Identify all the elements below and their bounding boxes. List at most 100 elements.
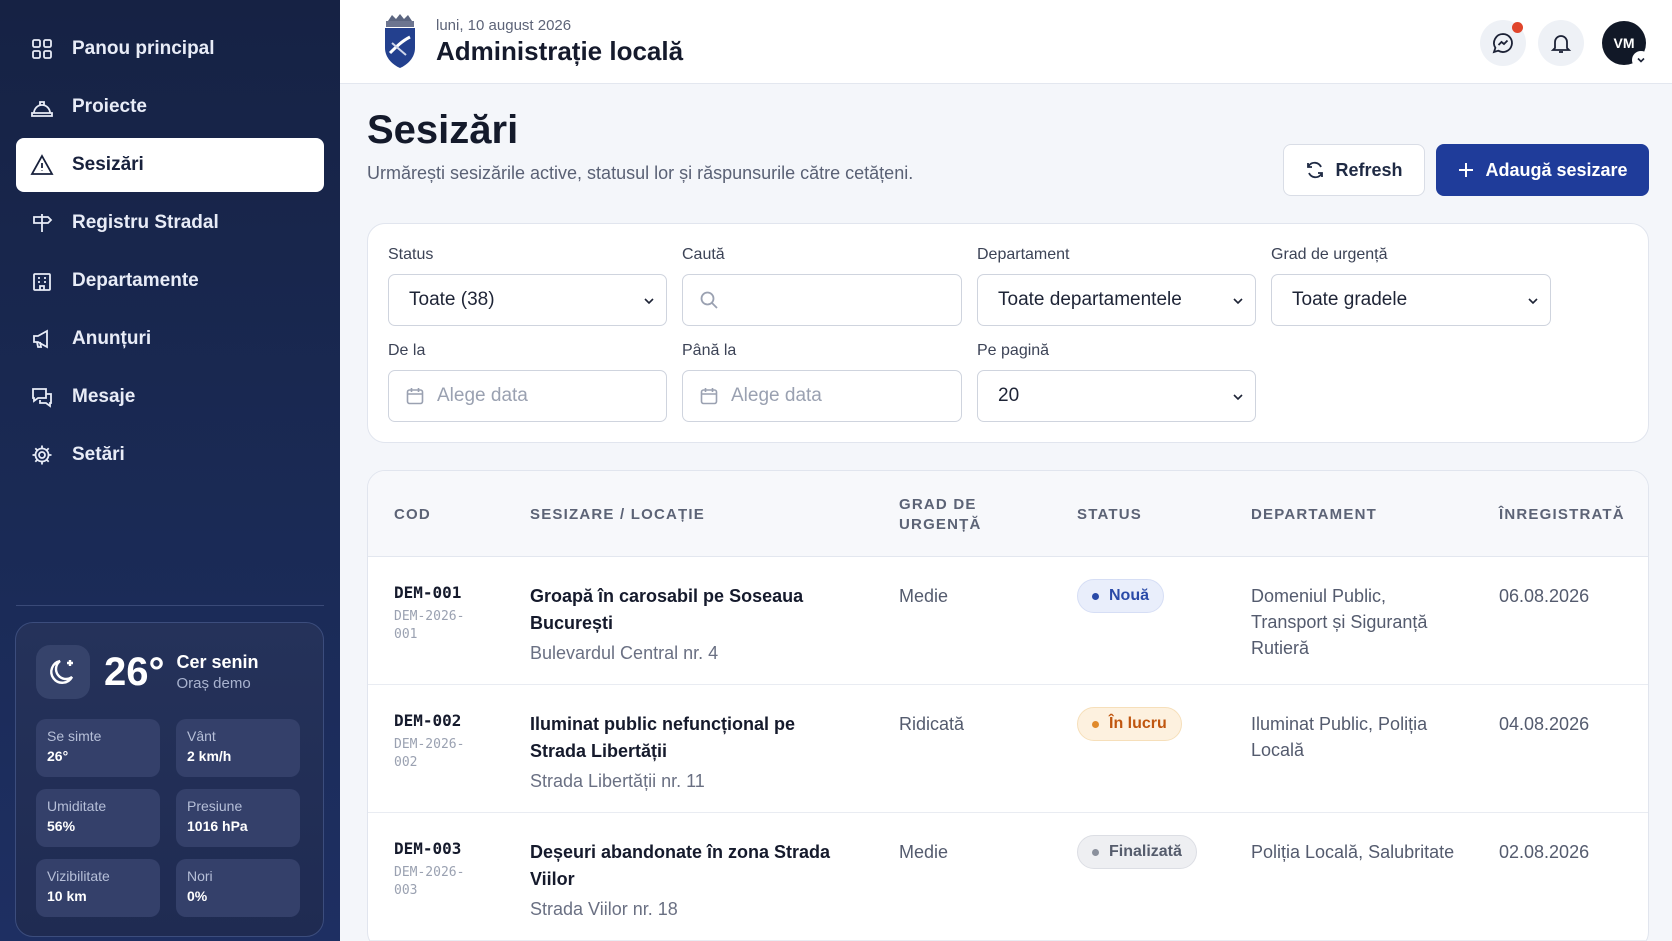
table-header: COD SESIZARE / LOCAȚIE GRAD DE URGENȚĂ ST… — [368, 471, 1648, 557]
urgency-value: Medie — [899, 842, 949, 862]
column-header-code[interactable]: COD — [394, 505, 431, 525]
sidebar-item-sesizari[interactable]: Sesizări — [16, 138, 324, 192]
per-page-select[interactable]: 20 — [977, 370, 1256, 422]
search-filter: Caută — [682, 246, 962, 326]
status-dot — [1092, 720, 1099, 728]
registered-date: 04.08.2026 — [1499, 714, 1590, 734]
sidebar-item-mesaje[interactable]: Mesaje — [16, 370, 324, 424]
status-select[interactable]: Toate (38) — [388, 274, 667, 326]
chevron-down-icon — [1233, 394, 1243, 401]
status-badge: Finalizată — [1077, 835, 1197, 869]
sidebar-item-label: Departamente — [72, 270, 199, 291]
bell-icon — [1550, 35, 1572, 53]
sidebar-item-label: Setări — [72, 444, 125, 465]
refresh-button[interactable]: Refresh — [1283, 144, 1425, 196]
column-header-urgency[interactable]: GRAD DE URGENȚĂ — [899, 495, 982, 535]
issue-cell: Deșeuri abandonate în zona Strada Viilor… — [530, 839, 840, 920]
refresh-label: Refresh — [1335, 159, 1403, 180]
chevron-down-icon — [1528, 298, 1538, 305]
sesizare-code: DEM-003 — [394, 839, 462, 858]
sidebar-item-label: Registru Stradal — [72, 212, 219, 233]
full-code-line: 001 — [394, 627, 418, 642]
status-dot — [1092, 848, 1099, 856]
sesizare-location: Bulevardul Central nr. 4 — [530, 643, 719, 663]
urgency-filter-label: Grad de urgență — [1271, 246, 1388, 263]
weather-widget: 26° Cer senin Oraș demo Se simte 26° Vânt… — [15, 622, 324, 937]
weather-condition: Cer senin — [176, 652, 259, 672]
weather-stat-label: Umiditate — [47, 798, 107, 814]
table-row[interactable]: DEM-001 DEM-2026- 001 Groapă în carosabil… — [368, 557, 1648, 685]
chat-icon — [30, 385, 54, 409]
date-from-input[interactable]: Alege data — [388, 370, 667, 422]
megaphone-icon — [30, 327, 54, 351]
plus-icon — [1459, 163, 1474, 177]
column-header-registered[interactable]: ÎNREGISTRATĂ — [1499, 505, 1625, 525]
sesizari-table: COD SESIZARE / LOCAȚIE GRAD DE URGENȚĂ ST… — [367, 470, 1649, 941]
urgency-value: Ridicată — [899, 714, 965, 734]
chevron-down-icon — [1632, 51, 1650, 69]
status-cell: Nouă — [1077, 579, 1164, 613]
sesizare-title[interactable]: Iluminat public nefuncțional pe Strada L… — [530, 711, 840, 765]
search-icon — [700, 291, 718, 309]
sidebar-item-proiecte[interactable]: Proiecte — [16, 80, 324, 134]
issue-cell: Groapă în carosabil pe Soseaua București… — [530, 583, 840, 664]
messages-button[interactable] — [1480, 20, 1526, 66]
sidebar-item-panou-principal[interactable]: Panou principal — [16, 22, 324, 76]
department-value: Domeniul Public, Transport și Siguranță … — [1251, 586, 1428, 658]
department-filter-label: Departament — [977, 246, 1070, 263]
date-to-filter: Până la Alege data — [682, 342, 962, 422]
registered-date: 06.08.2026 — [1499, 586, 1590, 606]
weather-stat-value: 56% — [47, 818, 76, 834]
weather-stat-value: 2 km/h — [187, 748, 232, 764]
add-label: Adaugă sesizare — [1485, 159, 1628, 180]
add-sesizare-button[interactable]: Adaugă sesizare — [1436, 144, 1649, 196]
user-avatar[interactable]: VM — [1602, 21, 1650, 69]
sesizare-title[interactable]: Deșeuri abandonate în zona Strada Viilor — [530, 839, 840, 893]
status-badge: Nouă — [1077, 579, 1164, 613]
full-code-line: 002 — [394, 755, 418, 770]
refresh-icon — [1307, 161, 1324, 179]
weather-stat-label: Vizibilitate — [47, 868, 110, 884]
full-code-line: DEM-2026- — [394, 737, 465, 752]
column-header-issue[interactable]: SESIZARE / LOCAȚIE — [530, 505, 705, 525]
status-badge: În lucru — [1077, 707, 1182, 741]
weather-stat-value: 26° — [47, 748, 69, 764]
page-title: Sesizări — [367, 108, 519, 152]
weather-location: Oraș demo — [176, 675, 251, 692]
search-input[interactable] — [682, 274, 962, 326]
sesizare-title[interactable]: Groapă în carosabil pe Soseaua București — [530, 583, 840, 637]
table-row[interactable]: DEM-003 DEM-2026- 003 Deșeuri abandonate … — [368, 813, 1648, 941]
date-to-input[interactable]: Alege data — [682, 370, 962, 422]
date-from-placeholder: Alege data — [437, 385, 528, 406]
status-label: Finalizată — [1109, 843, 1182, 860]
sidebar-item-registru-stradal[interactable]: Registru Stradal — [16, 196, 324, 250]
chevron-down-icon — [644, 298, 654, 305]
column-header-department[interactable]: DEPARTAMENT — [1251, 505, 1377, 525]
search-filter-label: Caută — [682, 246, 725, 263]
sidebar-item-departamente[interactable]: Departamente — [16, 254, 324, 308]
app-title: Administrație locală — [436, 35, 684, 66]
department-filter: Departament Toate departamentele — [977, 246, 1256, 326]
grid-icon — [30, 37, 54, 61]
urgency-select[interactable]: Toate gradele — [1271, 274, 1551, 326]
calendar-icon — [700, 388, 718, 405]
weather-stat: Presiune 1016 hPa — [176, 789, 300, 847]
sidebar-item-anunturi[interactable]: Anunțuri — [16, 312, 324, 366]
chevron-down-icon — [1233, 298, 1243, 305]
main-content: luni, 10 august 2026 Administrație local… — [340, 0, 1672, 941]
gear-icon — [30, 443, 54, 467]
status-filter: Status Toate (38) — [388, 246, 667, 326]
sidebar-item-label: Anunțuri — [72, 328, 152, 349]
weather-stat-label: Vânt — [187, 728, 216, 744]
column-header-status[interactable]: STATUS — [1077, 505, 1142, 525]
department-select[interactable]: Toate departamentele — [977, 274, 1256, 326]
hard-hat-icon — [30, 95, 54, 119]
date-from-label: De la — [388, 342, 426, 359]
table-row[interactable]: DEM-002 DEM-2026- 002 Iluminat public nef… — [368, 685, 1648, 813]
issue-cell: Iluminat public nefuncțional pe Strada L… — [530, 711, 840, 792]
notifications-button[interactable] — [1538, 20, 1584, 66]
avatar-initials: VM — [1613, 35, 1635, 51]
messenger-icon — [1492, 33, 1513, 54]
status-filter-label: Status — [388, 246, 434, 263]
sidebar-item-setari[interactable]: Setări — [16, 428, 324, 482]
